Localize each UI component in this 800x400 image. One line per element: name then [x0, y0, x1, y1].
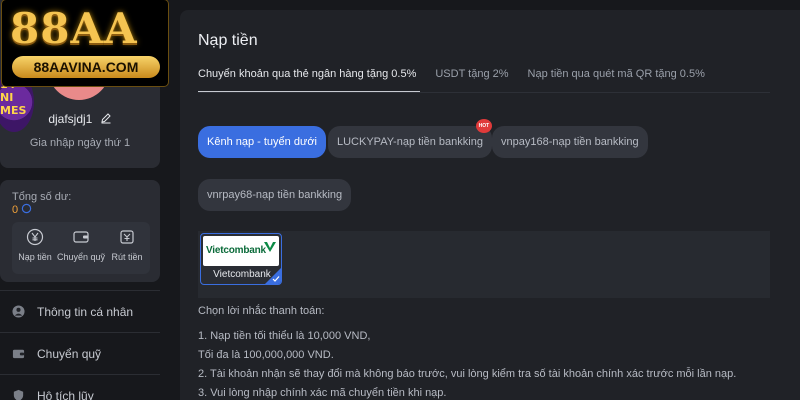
quick-actions: Nạp tiền Chuyển quỹ Rút tiền [12, 222, 150, 274]
vietcombank-mark-icon [264, 242, 276, 252]
wallet-icon [73, 231, 89, 243]
wallet-icon [12, 349, 25, 359]
withdraw-action-label: Rút tiền [111, 252, 143, 262]
account-menu: Thông tin cá nhân Chuyển quỹ Hộ tích lũy [0, 290, 160, 400]
instruction-line: Tối đa là 100,000,000 VND. [198, 349, 334, 361]
bank-card-vietcombank[interactable]: Vietcombank Vietcombank [200, 233, 282, 285]
balance-value: 0 [12, 204, 19, 216]
tab-bank-transfer[interactable]: Chuyển khoản qua thẻ ngân hàng tặng 0.5% [198, 68, 421, 92]
hot-badge: HOT [475, 119, 492, 133]
yen-circle-icon [26, 228, 44, 246]
balance-card: Tổng số dư: 0 Nạp tiền Chuyển quỹ Rút ti… [0, 180, 160, 282]
user-icon [12, 305, 25, 318]
deposit-tabs: Chuyển khoản qua thẻ ngân hàng tặng 0.5%… [198, 68, 705, 92]
menu-item-accumulate[interactable]: Hộ tích lũy [0, 374, 160, 400]
instruction-line: 3. Vui lòng nhập chính xác mã chuyển tiề… [198, 387, 447, 399]
withdraw-action[interactable]: Rút tiền [105, 228, 149, 274]
deposit-action[interactable]: Nạp tiền [13, 228, 57, 274]
channel-chip-vnpay168[interactable]: vnpay168-nạp tiền bankking [492, 126, 648, 158]
channel-chip-label: vnrpay68-nạp tiền bankking [207, 189, 343, 201]
transfer-action[interactable]: Chuyển quỹ [56, 228, 106, 274]
page-title: Nạp tiền [198, 32, 258, 49]
bank-logo-text: Vietcombank [206, 245, 266, 256]
channel-chip-vnrpay68[interactable]: vnrpay68-nạp tiền bankking [198, 179, 352, 211]
tabs-divider [198, 92, 770, 93]
channel-chip-label: vnpay168-nạp tiền bankking [501, 136, 639, 148]
channel-chip-luckypay[interactable]: LUCKYPAY-nạp tiền bankking HOT [328, 119, 492, 158]
menu-item-label: Chuyển quỹ [37, 346, 102, 361]
channel-chip-label: LUCKYPAY-nạp tiền bankking [337, 136, 483, 148]
menu-item-transfer[interactable]: Chuyển quỹ [0, 332, 160, 374]
join-date: Gia nhập ngày thứ 1 [29, 137, 131, 149]
menu-item-label: Thông tin cá nhân [37, 304, 134, 319]
bank-logo: Vietcombank [203, 236, 279, 266]
channel-chip-label: Kênh nạp - tuyển dưới [207, 136, 317, 148]
logo-main-text: 88AA [10, 4, 138, 53]
instruction-line: 1. Nạp tiền tối thiểu là 10,000 VND, [198, 330, 371, 342]
instructions-lead: Chọn lời nhắc thanh toán: [198, 305, 325, 317]
shield-icon [13, 389, 24, 400]
transfer-action-label: Chuyển quỹ [56, 252, 106, 262]
tab-usdt[interactable]: USDT tặng 2% [435, 68, 508, 92]
menu-item-profile[interactable]: Thông tin cá nhân [0, 290, 160, 332]
username: djafsjdj1 [48, 112, 93, 126]
channel-chip-main[interactable]: Kênh nạp - tuyển dưới [198, 126, 326, 158]
username-row: djafsjdj1 [0, 112, 160, 126]
withdraw-icon [120, 230, 134, 244]
payment-instructions: Chọn lời nhắc thanh toán: 1. Nạp tiền tố… [198, 306, 736, 400]
tab-qr[interactable]: Nạp tiền qua quét mã QR tặng 0.5% [528, 68, 705, 92]
deposit-action-label: Nạp tiền [18, 252, 52, 262]
instruction-line: 2. Tài khoản nhận sẽ thay đổi mà không b… [198, 368, 737, 380]
logo-sub-text: 88AAVINA.COM [12, 56, 160, 78]
site-logo[interactable]: 88AA 88AAVINA.COM [2, 0, 168, 86]
sidebar: 14 NI MES djafsjdj1 Gia nhập ngày thứ 1 … [0, 0, 168, 400]
pencil-icon[interactable] [100, 112, 112, 124]
deposit-panel: Nạp tiền Chuyển khoản qua thẻ ngân hàng … [180, 10, 800, 400]
refresh-icon[interactable] [21, 203, 32, 214]
menu-item-label: Hộ tích lũy [37, 388, 94, 400]
check-icon [272, 276, 280, 282]
balance-label: Tổng số dư: [12, 191, 72, 203]
bank-list: Vietcombank Vietcombank [198, 231, 770, 298]
